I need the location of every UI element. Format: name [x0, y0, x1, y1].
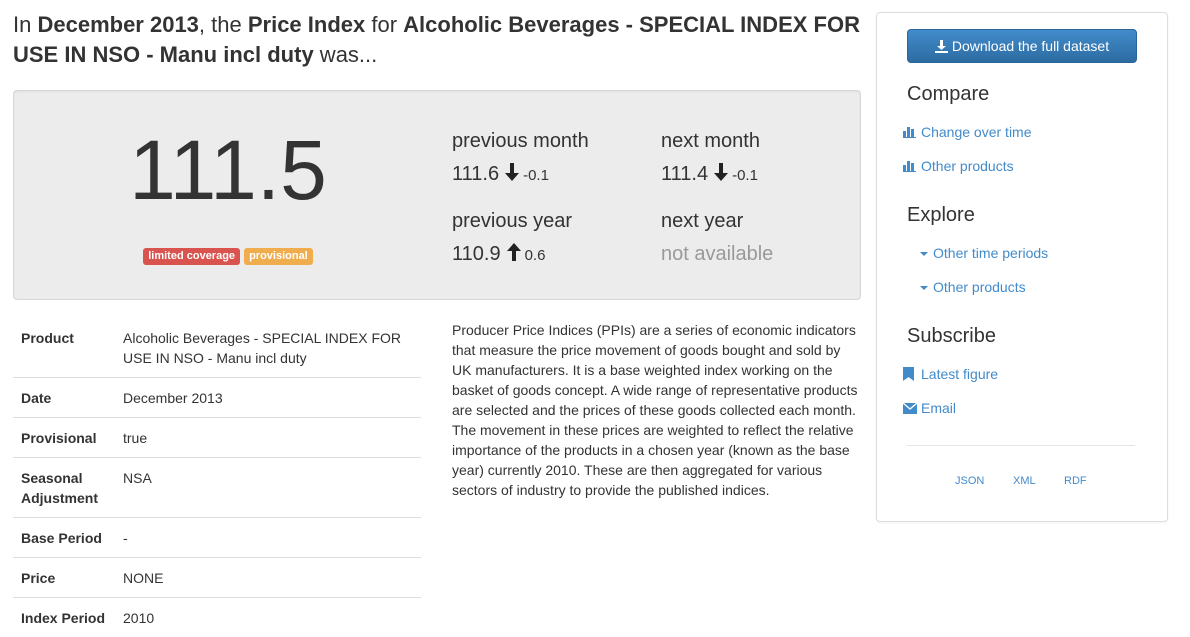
download-icon — [935, 38, 952, 54]
next-month-label: next month — [661, 129, 760, 153]
other-time-periods-label: Other time periods — [933, 245, 1048, 261]
headline-mid2: for — [365, 12, 403, 37]
sidebar-divider — [907, 445, 1135, 446]
next-month-block: next month 111.4 -0.1 — [661, 129, 760, 188]
compare-other-products-label: Other products — [921, 158, 1014, 174]
detail-value: 2010 — [115, 598, 421, 637]
caret-down-icon — [920, 252, 928, 256]
coverage-badge: limited coverage — [143, 248, 240, 265]
compare-other-products-link[interactable]: Other products — [921, 158, 1014, 174]
previous-month-value-row: 111.6 -0.1 — [452, 162, 589, 188]
headline-suffix: was... — [314, 42, 378, 67]
change-over-time-link[interactable]: Change over time — [921, 124, 1032, 140]
previous-month-block: previous month 111.6 -0.1 — [452, 129, 589, 188]
download-dataset-button[interactable]: Download the full dataset — [907, 29, 1137, 63]
table-row: Index Period2010 — [13, 598, 421, 637]
explore-other-products-link[interactable]: Other products — [933, 279, 1026, 295]
arrow-up-icon — [507, 243, 521, 267]
table-row: DateDecember 2013 — [13, 378, 421, 418]
previous-month-diff: -0.1 — [523, 167, 549, 184]
page-headline: In December 2013, the Price Index for Al… — [13, 10, 863, 70]
detail-value: true — [115, 418, 421, 458]
dataset-description: Producer Price Indices (PPIs) are a seri… — [452, 320, 858, 500]
main-value: 111.5 — [14, 125, 442, 215]
subscribe-heading: Subscribe — [907, 325, 996, 348]
next-year-label: next year — [661, 209, 773, 233]
detail-key: Date — [13, 378, 115, 418]
headline-date: December 2013 — [37, 12, 198, 37]
json-format-link[interactable]: JSON — [955, 475, 984, 487]
previous-year-diff: 0.6 — [525, 247, 546, 264]
details-table: ProductAlcoholic Beverages - SPECIAL IND… — [13, 318, 421, 637]
download-button-label: Download the full dataset — [952, 38, 1109, 54]
detail-key: Product — [13, 318, 115, 378]
table-row: Provisionaltrue — [13, 418, 421, 458]
status-badges: limited coverageprovisional — [14, 248, 442, 265]
email-label: Email — [921, 400, 956, 416]
next-year-value: not available — [661, 242, 773, 266]
latest-figure-label: Latest figure — [921, 366, 998, 382]
previous-month-label: previous month — [452, 129, 589, 153]
next-year-block: next year not available — [661, 209, 773, 266]
detail-value: - — [115, 518, 421, 558]
detail-value: Alcoholic Beverages - SPECIAL INDEX FOR … — [115, 318, 421, 378]
envelope-icon — [903, 401, 917, 417]
change-over-time-label: Change over time — [921, 124, 1032, 140]
next-month-diff: -0.1 — [732, 167, 758, 184]
value-panel: 111.5 limited coverageprovisional previo… — [13, 90, 861, 300]
headline-index: Price Index — [248, 12, 365, 37]
table-row: Seasonal AdjustmentNSA — [13, 458, 421, 518]
explore-heading: Explore — [907, 204, 975, 227]
headline-mid1: , the — [199, 12, 248, 37]
detail-key: Price — [13, 558, 115, 598]
sidebar: Download the full dataset Compare Change… — [876, 12, 1168, 522]
email-link[interactable]: Email — [921, 400, 956, 416]
xml-format-link[interactable]: XML — [1013, 475, 1036, 487]
detail-value: NSA — [115, 458, 421, 518]
detail-key: Seasonal Adjustment — [13, 458, 115, 518]
latest-figure-link[interactable]: Latest figure — [921, 366, 998, 382]
detail-key: Base Period — [13, 518, 115, 558]
arrow-down-icon — [505, 163, 519, 187]
compare-heading: Compare — [907, 83, 989, 106]
table-row: Base Period- — [13, 518, 421, 558]
table-row: PriceNONE — [13, 558, 421, 598]
detail-value: December 2013 — [115, 378, 421, 418]
rdf-format-link[interactable]: RDF — [1064, 475, 1087, 487]
bar-chart-icon — [903, 125, 916, 141]
previous-year-label: previous year — [452, 209, 572, 233]
detail-value: NONE — [115, 558, 421, 598]
previous-year-value: 110.9 — [452, 243, 501, 265]
arrow-down-icon — [714, 163, 728, 187]
detail-key: Provisional — [13, 418, 115, 458]
bar-chart-icon — [903, 159, 916, 175]
explore-other-products-label: Other products — [933, 279, 1026, 295]
detail-key: Index Period — [13, 598, 115, 637]
table-row: ProductAlcoholic Beverages - SPECIAL IND… — [13, 318, 421, 378]
previous-year-block: previous year 110.9 0.6 — [452, 209, 572, 268]
caret-down-icon — [920, 286, 928, 290]
next-month-value: 111.4 — [661, 163, 708, 185]
previous-month-value: 111.6 — [452, 163, 499, 185]
headline-prefix: In — [13, 12, 37, 37]
bookmark-icon — [903, 367, 914, 384]
next-month-value-row: 111.4 -0.1 — [661, 162, 760, 188]
other-time-periods-link[interactable]: Other time periods — [933, 245, 1048, 261]
provisional-badge: provisional — [244, 248, 313, 265]
previous-year-value-row: 110.9 0.6 — [452, 242, 572, 268]
